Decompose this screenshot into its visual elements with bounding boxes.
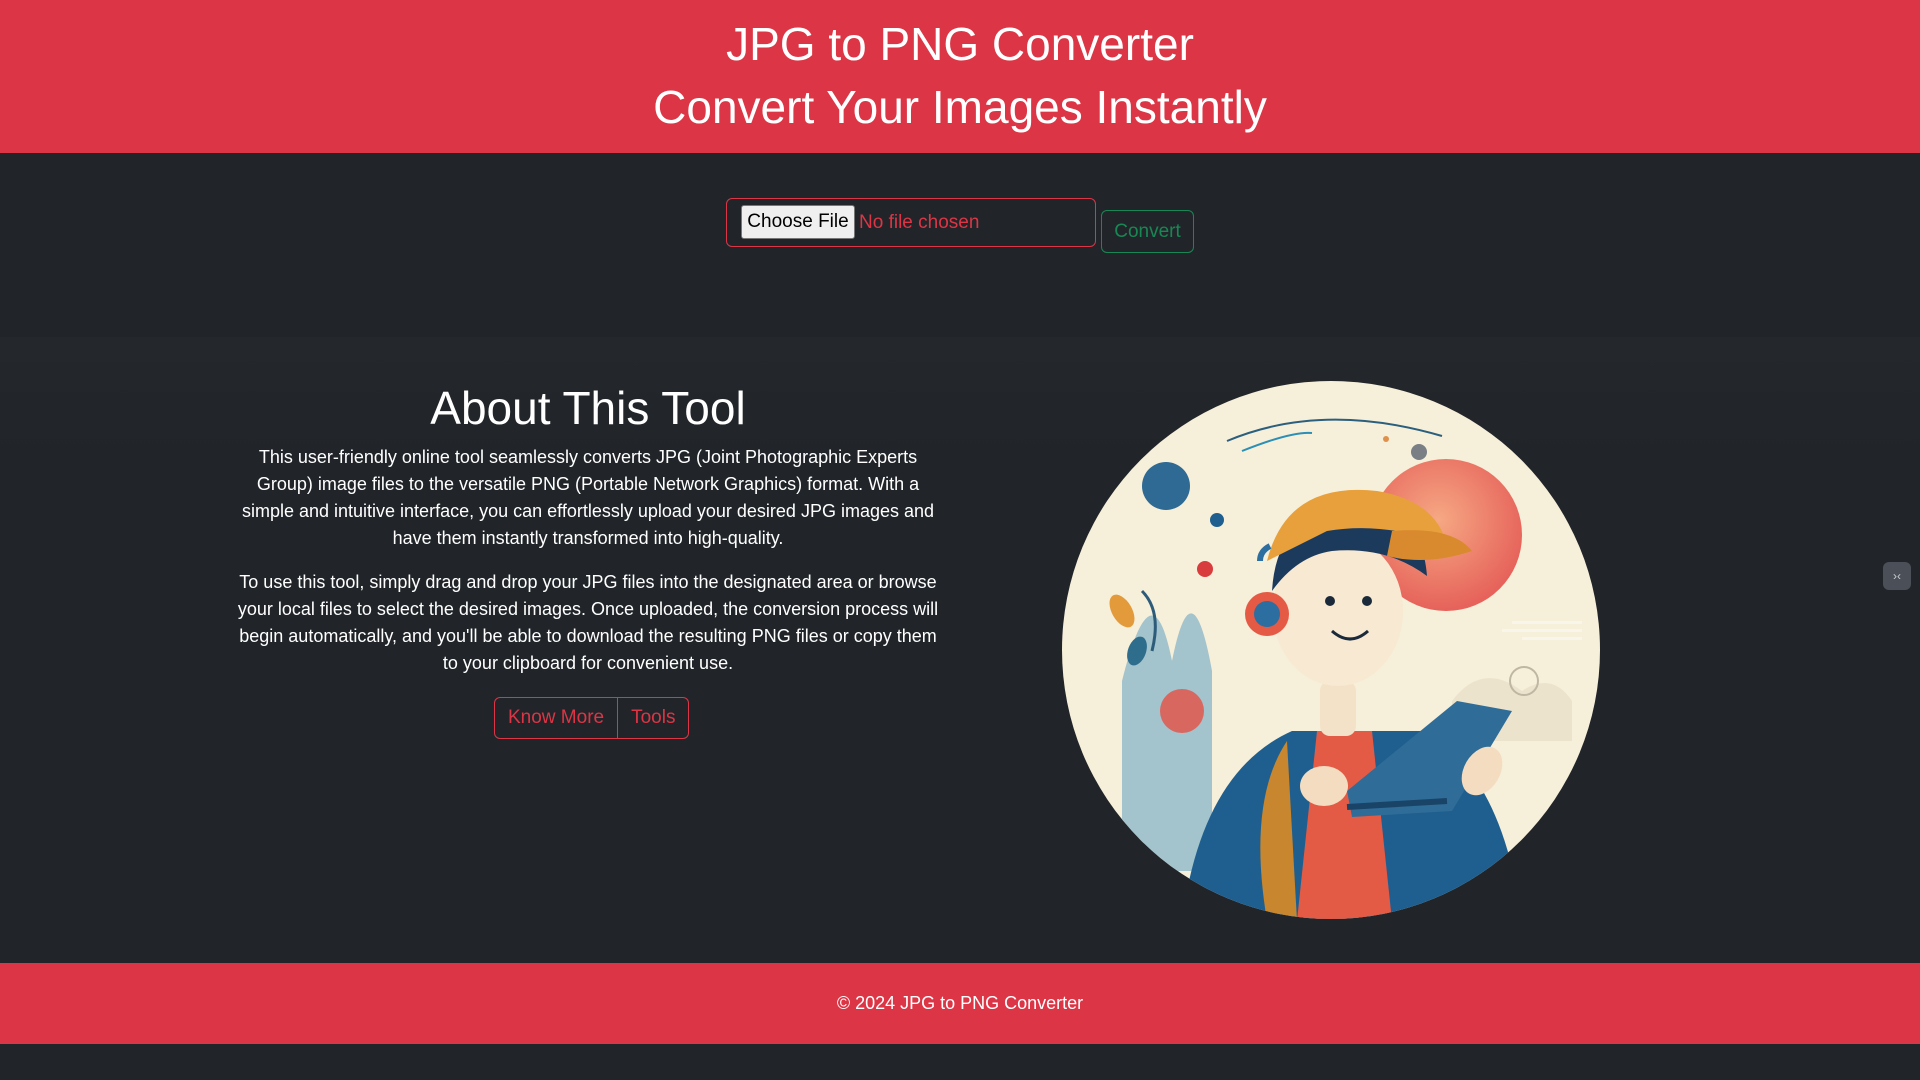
- code-toggle-icon[interactable]: ›‹: [1883, 562, 1911, 590]
- site-footer: © 2024 JPG to PNG Converter: [0, 963, 1920, 1044]
- file-input[interactable]: Choose File No file chosen: [726, 198, 1096, 247]
- hero-illustration: [1062, 381, 1600, 919]
- file-status-text: No file chosen: [859, 212, 980, 233]
- know-more-button[interactable]: Know More: [494, 697, 619, 739]
- about-instructions: To use this tool, simply drag and drop y…: [237, 572, 939, 673]
- site-header: JPG to PNG Converter Convert Your Images…: [0, 0, 1920, 153]
- page-bottom: [0, 1044, 1920, 1080]
- page-title: JPG to PNG Converter: [726, 18, 1194, 70]
- about-button-group: Know More Tools: [494, 697, 690, 739]
- upload-section: Choose File No file chosen Convert: [0, 153, 1920, 337]
- convert-button[interactable]: Convert: [1101, 210, 1194, 253]
- tools-button[interactable]: Tools: [618, 697, 690, 739]
- page-subtitle: Convert Your Images Instantly: [653, 81, 1267, 133]
- choose-file-button[interactable]: Choose File: [741, 205, 855, 239]
- about-title: About This Tool: [430, 382, 746, 434]
- about-section: About This Tool This user-friendly onlin…: [0, 337, 1920, 963]
- about-description: This user-friendly online tool seamlessl…: [241, 447, 935, 548]
- copyright-text: © 2024 JPG to PNG Converter: [836, 993, 1084, 1013]
